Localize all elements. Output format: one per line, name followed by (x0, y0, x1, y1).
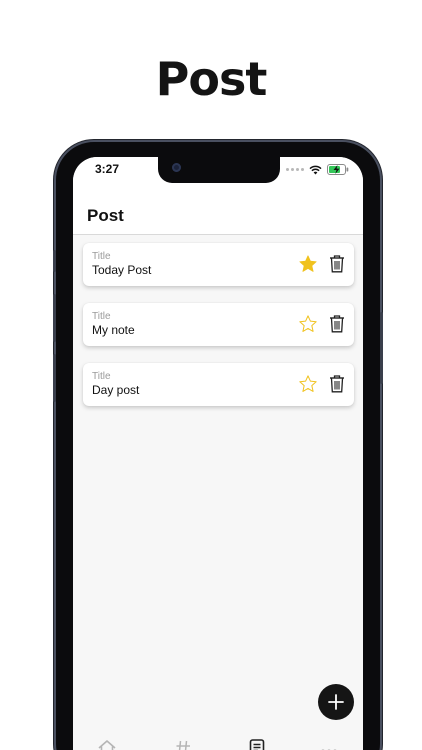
post-title: Today Post (92, 263, 152, 277)
star-outline-icon[interactable] (298, 374, 318, 394)
trash-icon[interactable] (329, 315, 345, 333)
phone-volume-up (53, 294, 56, 342)
home-icon[interactable] (97, 738, 117, 750)
post-title: My note (92, 323, 135, 337)
page-headline: Post (155, 52, 268, 106)
hashtag-icon[interactable] (173, 738, 193, 750)
tab-bar (73, 733, 363, 750)
phone-mute-switch (53, 250, 56, 272)
plus-icon (328, 694, 344, 710)
status-time: 3:27 (95, 162, 120, 176)
signal-icon (286, 168, 304, 171)
phone-frame: 3:27 Post Title Today Post Title My note… (53, 142, 383, 750)
camera-icon (172, 163, 181, 172)
status-icons (286, 164, 349, 175)
phone-power-button (380, 312, 383, 384)
post-card[interactable]: Title My note (83, 303, 354, 346)
star-icon[interactable] (298, 254, 318, 274)
document-icon[interactable] (247, 738, 267, 750)
trash-icon[interactable] (329, 375, 345, 393)
phone-volume-down (53, 354, 56, 402)
post-card[interactable]: Title Day post (83, 363, 354, 406)
header-title: Post (87, 206, 124, 225)
star-outline-icon[interactable] (298, 314, 318, 334)
wifi-icon (309, 165, 322, 174)
battery-charging-icon (327, 164, 349, 175)
post-card[interactable]: Title Today Post (83, 243, 354, 286)
post-caption: Title (92, 371, 111, 382)
more-icon[interactable] (319, 738, 339, 750)
trash-icon[interactable] (329, 255, 345, 273)
app-screen: 3:27 Post Title Today Post Title My note… (73, 157, 363, 750)
app-header: Post (73, 187, 363, 235)
add-post-button[interactable] (318, 684, 354, 720)
post-list: Title Today Post Title My note Title Day… (83, 243, 354, 423)
phone-notch (158, 157, 280, 183)
post-title: Day post (92, 383, 140, 397)
post-caption: Title (92, 311, 111, 322)
post-caption: Title (92, 251, 111, 262)
